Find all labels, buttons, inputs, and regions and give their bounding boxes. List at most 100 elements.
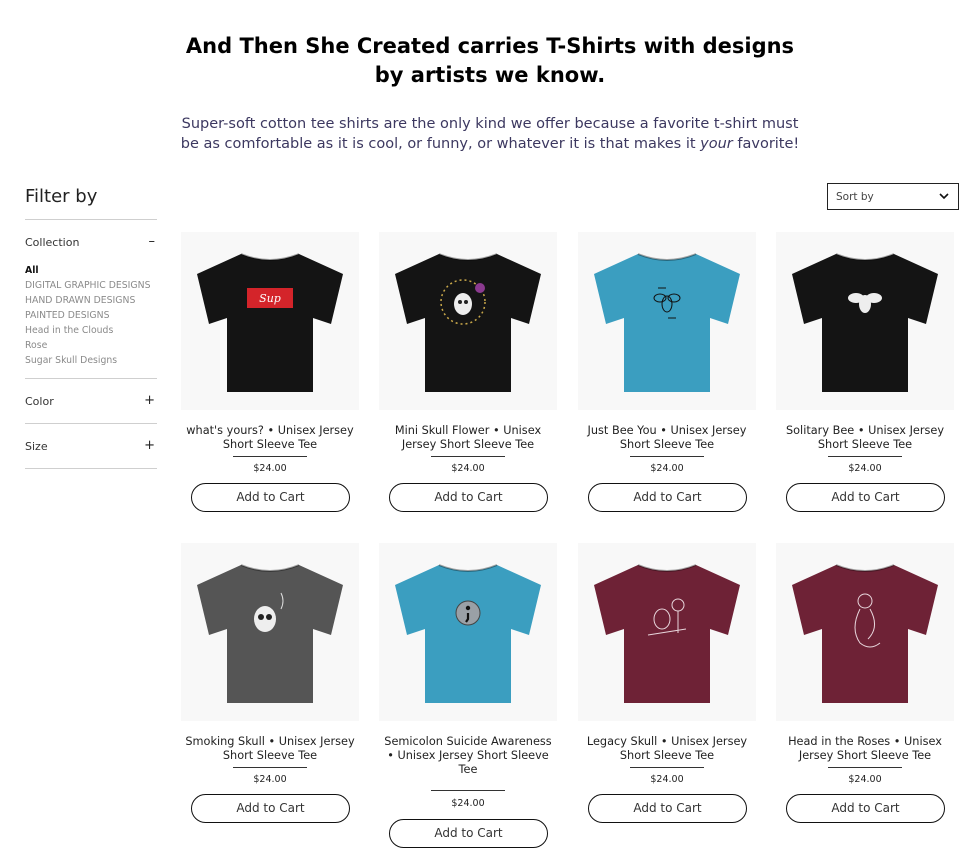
collection-item-head-in-the-clouds[interactable]: Head in the Clouds <box>25 323 150 338</box>
design-label: Sup <box>259 292 281 305</box>
product-name[interactable]: Smoking Skull • Unisex Jersey Short Slee… <box>181 735 359 763</box>
product-name-line: Mini Skull Flower • Unisex <box>394 424 542 437</box>
sort-label: Sort by <box>836 191 874 203</box>
page-title: And Then She Created carries T-Shirts wi… <box>0 32 980 90</box>
product-name-line: Tee <box>458 763 478 776</box>
tshirt-image <box>792 564 938 703</box>
collection-item-digital-graphic[interactable]: DIGITAL GRAPHIC DESIGNS <box>25 278 150 293</box>
product-image[interactable] <box>776 543 954 721</box>
collection-item-all[interactable]: All <box>25 263 150 278</box>
product-price: $24.00 <box>451 463 485 474</box>
collection-item-painted[interactable]: PAINTED DESIGNS <box>25 308 150 323</box>
expand-icon[interactable]: + <box>144 393 155 408</box>
product-name[interactable]: Solitary Bee • Unisex Jersey Short Sleev… <box>776 424 954 452</box>
product-name-line: Short Sleeve Tee <box>222 749 318 762</box>
product-name[interactable]: Semicolon Suicide Awareness • Unisex Jer… <box>379 735 557 777</box>
product-name-line: Just Bee You • Unisex Jersey <box>587 424 747 437</box>
page-subtitle-line-2: be as comfortable as it is cool, or funn… <box>0 134 980 154</box>
name-underline <box>828 456 902 457</box>
filter-size-header[interactable]: Size + <box>25 438 157 453</box>
page-title-line-1: And Then She Created carries T-Shirts wi… <box>185 34 795 58</box>
product-name[interactable]: Mini Skull Flower • Unisex Jersey Short … <box>379 424 557 452</box>
product-price: $24.00 <box>650 463 684 474</box>
name-underline <box>630 456 704 457</box>
collection-list: All DIGITAL GRAPHIC DESIGNS HAND DRAWN D… <box>25 263 150 368</box>
product-name-line: Head in the Roses • Unisex <box>788 735 942 748</box>
product-image[interactable] <box>379 543 557 721</box>
design-graphic <box>455 600 481 626</box>
add-to-cart-button[interactable]: Add to Cart <box>191 483 350 512</box>
product-name[interactable]: Head in the Roses • Unisex Jersey Short … <box>776 735 954 763</box>
product-image[interactable] <box>379 232 557 410</box>
product-image[interactable] <box>776 232 954 410</box>
name-underline <box>431 790 505 791</box>
tshirt-image: Sup <box>197 253 343 392</box>
filter-divider <box>25 378 157 379</box>
add-to-cart-button[interactable]: Add to Cart <box>389 483 548 512</box>
product-image[interactable]: Sup <box>181 232 359 410</box>
subtitle-emphasis: your <box>700 136 733 152</box>
add-to-cart-button[interactable]: Add to Cart <box>786 483 945 512</box>
tshirt-image <box>594 253 740 392</box>
name-underline <box>630 767 704 768</box>
product-name[interactable]: what's yours? • Unisex Jersey Short Slee… <box>181 424 359 452</box>
product-name-line: • Unisex Jersey Short Sleeve <box>387 749 549 762</box>
tshirt-image <box>594 564 740 703</box>
product-price: $24.00 <box>253 774 287 785</box>
product-name-line: Short Sleeve Tee <box>619 749 715 762</box>
filter-divider <box>25 219 157 220</box>
subtitle-text-a: be as comfortable as it is cool, or funn… <box>180 136 701 152</box>
collection-item-sugar-skull[interactable]: Sugar Skull Designs <box>25 353 150 368</box>
product-name[interactable]: Legacy Skull • Unisex Jersey Short Sleev… <box>578 735 756 763</box>
name-underline <box>431 456 505 457</box>
name-underline <box>828 767 902 768</box>
add-to-cart-button[interactable]: Add to Cart <box>389 819 548 848</box>
product-image[interactable] <box>578 543 756 721</box>
subtitle-text-b: favorite! <box>732 136 800 152</box>
product-name-line: Short Sleeve Tee <box>222 438 318 451</box>
sort-dropdown[interactable]: Sort by <box>827 183 959 210</box>
tshirt-image <box>197 564 343 703</box>
chevron-down-icon <box>939 193 949 200</box>
collection-item-hand-drawn[interactable]: HAND DRAWN DESIGNS <box>25 293 150 308</box>
page-subtitle: Super-soft cotton tee shirts are the onl… <box>0 114 980 154</box>
name-underline <box>233 767 307 768</box>
product-image[interactable] <box>181 543 359 721</box>
product-name[interactable]: Just Bee You • Unisex Jersey Short Sleev… <box>578 424 756 452</box>
expand-icon[interactable]: + <box>144 438 155 453</box>
tshirt-image <box>395 253 541 392</box>
add-to-cart-button[interactable]: Add to Cart <box>588 483 747 512</box>
filter-color-header[interactable]: Color + <box>25 393 157 408</box>
design-graphic: Sup <box>247 288 293 308</box>
product-price: $24.00 <box>253 463 287 474</box>
page-title-line-2: by artists we know. <box>374 63 606 87</box>
filter-divider <box>25 468 157 469</box>
product-price: $24.00 <box>848 774 882 785</box>
name-underline <box>233 456 307 457</box>
product-price: $24.00 <box>451 798 485 809</box>
filter-size-label: Size <box>25 440 48 453</box>
tshirt-image <box>792 253 938 392</box>
collapse-icon[interactable]: – <box>149 234 156 249</box>
product-price: $24.00 <box>848 463 882 474</box>
add-to-cart-button[interactable]: Add to Cart <box>588 794 747 823</box>
page-subtitle-line-1: Super-soft cotton tee shirts are the onl… <box>181 116 799 132</box>
product-name-line: Short Sleeve Tee <box>619 438 715 451</box>
product-name-line: Semicolon Suicide Awareness <box>384 735 552 748</box>
product-name-line: Smoking Skull • Unisex Jersey <box>185 735 355 748</box>
product-name-line: what's yours? • Unisex Jersey <box>186 424 354 437</box>
product-name-line: Short Sleeve Tee <box>817 438 913 451</box>
filter-collection-header[interactable]: Collection – <box>25 234 157 249</box>
product-image[interactable] <box>578 232 756 410</box>
collection-item-rose[interactable]: Rose <box>25 338 150 353</box>
filter-collection-label: Collection <box>25 236 80 249</box>
product-name-line: Solitary Bee • Unisex Jersey <box>785 424 945 437</box>
tshirt-image <box>395 564 541 703</box>
product-name-line: Legacy Skull • Unisex Jersey <box>586 735 748 748</box>
add-to-cart-button[interactable]: Add to Cart <box>191 794 350 823</box>
filter-title: Filter by <box>25 186 98 207</box>
product-name-line: Jersey Short Sleeve Tee <box>798 749 932 762</box>
add-to-cart-button[interactable]: Add to Cart <box>786 794 945 823</box>
product-name-line: Jersey Short Sleeve Tee <box>401 438 535 451</box>
product-price: $24.00 <box>650 774 684 785</box>
